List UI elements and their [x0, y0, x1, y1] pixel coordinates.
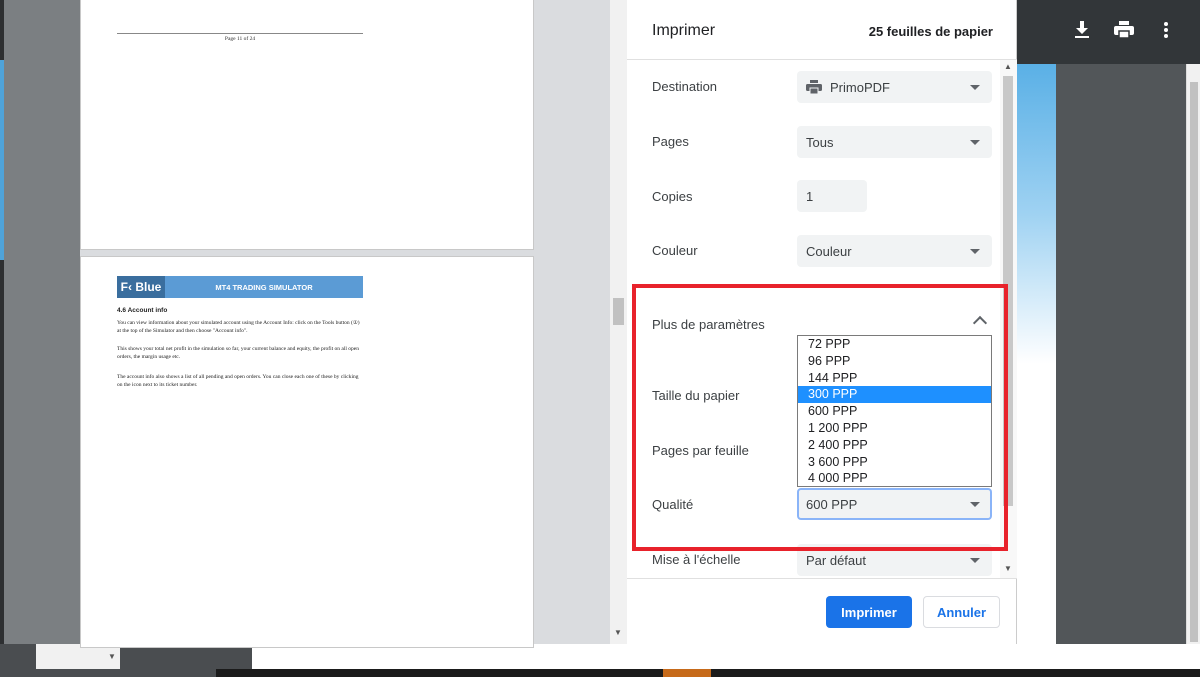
print-button[interactable]: Imprimer — [826, 596, 912, 628]
pages-value: Tous — [806, 135, 834, 150]
preview-scrollbar-thumb[interactable] — [613, 298, 624, 325]
document-banner: F‹ Blue MT4 TRADING SIMULATOR — [117, 276, 363, 298]
dialog-header: Imprimer 25 feuilles de papier — [627, 0, 1017, 60]
background-desktop-left — [0, 0, 80, 677]
color-select[interactable]: Couleur — [797, 235, 992, 267]
document-paragraph: This shows your total net profit in the … — [117, 346, 359, 360]
dropdown-arrow-icon — [970, 140, 980, 145]
document-heading: 4.6 Account info — [117, 307, 168, 314]
cancel-button[interactable]: Annuler — [923, 596, 1000, 628]
document-logo: F‹ Blue — [117, 276, 165, 298]
dropdown-arrow-icon — [970, 249, 980, 254]
copies-input[interactable]: 1 — [797, 180, 867, 212]
page-footer-rule — [117, 33, 363, 34]
printer-icon — [806, 80, 822, 95]
color-value: Couleur — [806, 244, 852, 259]
dropdown-arrow-icon — [970, 85, 980, 90]
taskbar-app-button[interactable] — [663, 669, 711, 677]
scale-label: Mise à l'échelle — [652, 552, 741, 567]
download-icon[interactable] — [1072, 18, 1092, 42]
copies-label: Copies — [652, 189, 693, 204]
chevron-down-icon[interactable]: ▼ — [108, 652, 116, 661]
pdf-viewer-page-image — [1016, 64, 1056, 364]
pdf-viewer-gutter — [1056, 64, 1186, 667]
print-icon[interactable] — [1114, 18, 1134, 42]
destination-label: Destination — [652, 79, 718, 94]
scrollbar-thumb[interactable] — [1190, 82, 1198, 642]
highlight-annotation — [632, 284, 1008, 551]
dropdown-arrow-icon — [970, 558, 980, 563]
scroll-down-icon[interactable]: ▼ — [614, 628, 622, 637]
preview-page-2: F‹ Blue MT4 TRADING SIMULATOR 4.6 Accoun… — [80, 256, 534, 648]
background-desktop-strip — [0, 60, 4, 260]
destination-value: PrimoPDF — [830, 80, 890, 95]
destination-select[interactable]: PrimoPDF — [797, 71, 992, 103]
document-paragraph: You can view information about your simu… — [117, 320, 360, 334]
copies-value: 1 — [806, 189, 814, 204]
scroll-down-icon[interactable]: ▼ — [1004, 564, 1012, 573]
sheet-count: 25 feuilles de papier — [868, 24, 993, 39]
pages-select[interactable]: Tous — [797, 126, 992, 158]
preview-page-1: Page 11 of 24 — [80, 0, 534, 250]
document-banner-title: MT4 TRADING SIMULATOR — [215, 282, 313, 292]
scroll-up-icon[interactable]: ▲ — [1004, 62, 1012, 71]
scale-value: Par défaut — [806, 553, 866, 568]
more-vert-icon[interactable] — [1156, 18, 1176, 42]
preview-scrollbar[interactable]: ▼ — [610, 0, 627, 644]
dialog-footer: Imprimer Annuler — [627, 578, 1017, 644]
document-paragraph: The account info also shows a list of al… — [117, 374, 359, 388]
page-footer-text: Page 11 of 24 — [224, 36, 256, 42]
pdf-viewer-scrollbar[interactable] — [1186, 64, 1200, 667]
pdf-viewer-toolbar-icons — [1072, 18, 1176, 42]
pages-label: Pages — [652, 134, 689, 149]
color-label: Couleur — [652, 243, 698, 258]
dialog-title: Imprimer — [652, 22, 716, 39]
